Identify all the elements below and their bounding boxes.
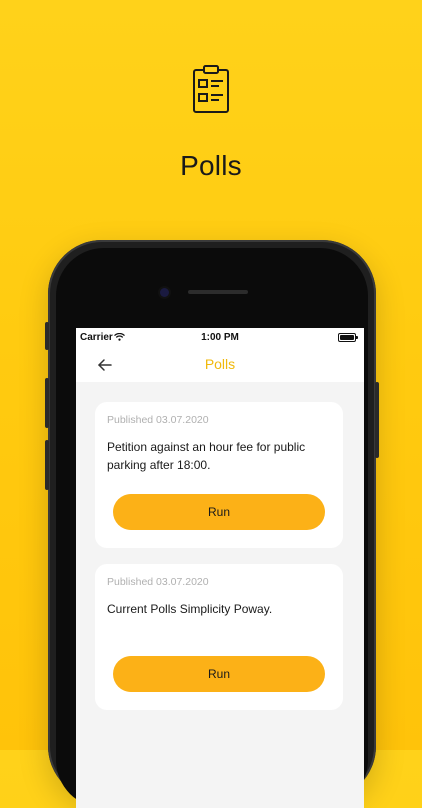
phone-frame: Carrier 1:00 PM Polls Published 03.07.20… <box>45 240 379 808</box>
poll-published-date: Published 03.07.2020 <box>107 576 209 588</box>
poll-text: Petition against an hour fee for public … <box>107 440 306 472</box>
page-title: Polls <box>180 150 242 181</box>
poll-text: Current Polls Simplicity Poway. <box>107 602 273 616</box>
status-bar: Carrier 1:00 PM <box>76 328 364 348</box>
battery-icon <box>338 333 358 342</box>
poll-published-date: Published 03.07.2020 <box>107 414 209 426</box>
nav-title: Polls <box>204 356 236 372</box>
run-button[interactable]: Run <box>113 494 325 530</box>
earpiece-speaker <box>188 290 248 294</box>
phone-side-button <box>45 440 49 490</box>
poll-card: Published 03.07.2020 Petition against an… <box>95 402 343 548</box>
poll-card: Published 03.07.2020 Current Polls Simpl… <box>95 564 343 710</box>
phone-bezel: Carrier 1:00 PM Polls Published 03.07.20… <box>56 248 368 808</box>
phone-side-button <box>375 382 379 458</box>
phone-side-button <box>45 378 49 428</box>
clipboard-list-icon <box>193 65 229 113</box>
nav-bar: Polls <box>76 348 364 382</box>
front-camera <box>160 288 169 297</box>
status-time: 1:00 PM <box>201 332 239 343</box>
app-screen: Carrier 1:00 PM Polls Published 03.07.20… <box>76 328 364 808</box>
run-button[interactable]: Run <box>113 656 325 692</box>
phone-side-button <box>45 322 49 350</box>
